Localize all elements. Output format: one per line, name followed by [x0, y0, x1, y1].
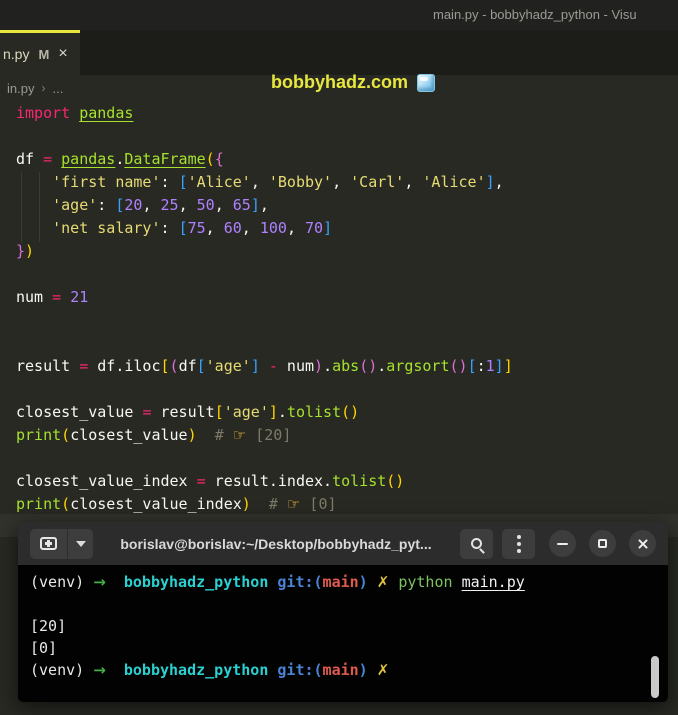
- maximize-button[interactable]: [589, 530, 616, 557]
- tab-main-py[interactable]: n.py M ×: [0, 30, 80, 75]
- tab-close-icon[interactable]: ×: [58, 46, 67, 62]
- minimize-icon: [557, 542, 568, 545]
- menu-button[interactable]: [502, 528, 535, 559]
- watermark-title: bobbyhadz.com: [14, 60, 678, 105]
- code-line: print(closest_value_index) # ☞ [0]: [16, 495, 337, 513]
- terminal-titlebar[interactable]: borislav@borislav:~/Desktop/bobbyhadz_py…: [18, 522, 668, 565]
- breadcrumb-more[interactable]: ...: [52, 81, 63, 96]
- breadcrumb-file[interactable]: in.py: [7, 81, 34, 96]
- new-tab-split-button: [30, 528, 93, 559]
- watermark-text: bobbyhadz.com: [270, 72, 408, 92]
- search-button[interactable]: [460, 528, 493, 559]
- window-title: main.py - bobbyhadz_python - Visu: [433, 7, 637, 22]
- tab-label: n.py: [3, 46, 30, 62]
- terminal-line: (venv) → bobbyhadz_python git:(main) ✗ p…: [30, 573, 525, 591]
- breadcrumb[interactable]: in.py › ...: [7, 76, 63, 100]
- code-line: result = df.iloc[(df['age'] - num).abs()…: [16, 357, 513, 375]
- terminal-scrollbar[interactable]: [651, 656, 659, 698]
- terminal-line: (venv) → bobbyhadz_python git:(main) ✗: [30, 661, 390, 679]
- terminal-output[interactable]: (venv) → bobbyhadz_python git:(main) ✗ p…: [18, 565, 668, 702]
- close-icon: [637, 538, 649, 550]
- close-button[interactable]: [629, 530, 656, 557]
- code-line: import pandas: [16, 104, 134, 122]
- code-line: 'age': [20, 25, 50, 65],: [52, 196, 269, 214]
- chevron-down-icon: [75, 540, 86, 547]
- new-tab-button[interactable]: [30, 528, 68, 559]
- search-icon: [471, 538, 482, 549]
- code-line: closest_value = result['age'].tolist(): [16, 403, 360, 421]
- window-controls: [549, 530, 656, 557]
- code-line: print(closest_value) # ☞ [20]: [16, 426, 292, 444]
- window-titlebar[interactable]: main.py - bobbyhadz_python - Visu: [0, 0, 678, 30]
- chevron-right-icon: ›: [41, 81, 46, 95]
- code-line: closest_value_index = result.index.tolis…: [16, 472, 405, 490]
- terminal-window: borislav@borislav:~/Desktop/bobbyhadz_py…: [18, 522, 668, 702]
- code-line: 'net salary': [75, 60, 100, 70]: [52, 219, 333, 237]
- terminal-plus-icon: [40, 537, 57, 550]
- code-line: 'first name': ['Alice', 'Bobby', 'Carl',…: [52, 173, 504, 191]
- terminal-title: borislav@borislav:~/Desktop/bobbyhadz_py…: [120, 535, 432, 552]
- tab-bar: n.py M × bobbyhadz.com: [0, 30, 678, 92]
- ice-cube-icon: [417, 73, 435, 92]
- minimize-button[interactable]: [549, 530, 576, 557]
- code-line: }): [16, 242, 35, 260]
- terminal-line: [0]: [30, 639, 58, 657]
- kebab-menu-icon: [516, 541, 521, 546]
- code-line: num = 21: [16, 288, 89, 306]
- maximize-icon: [598, 539, 607, 548]
- code-editor[interactable]: import pandas df = pandas.DataFrame({ 'f…: [16, 102, 676, 516]
- git-modified-badge: M: [38, 46, 50, 62]
- code-line: df = pandas.DataFrame({: [16, 150, 224, 168]
- tab-dropdown-button[interactable]: [68, 528, 93, 559]
- terminal-line: [20]: [30, 617, 67, 635]
